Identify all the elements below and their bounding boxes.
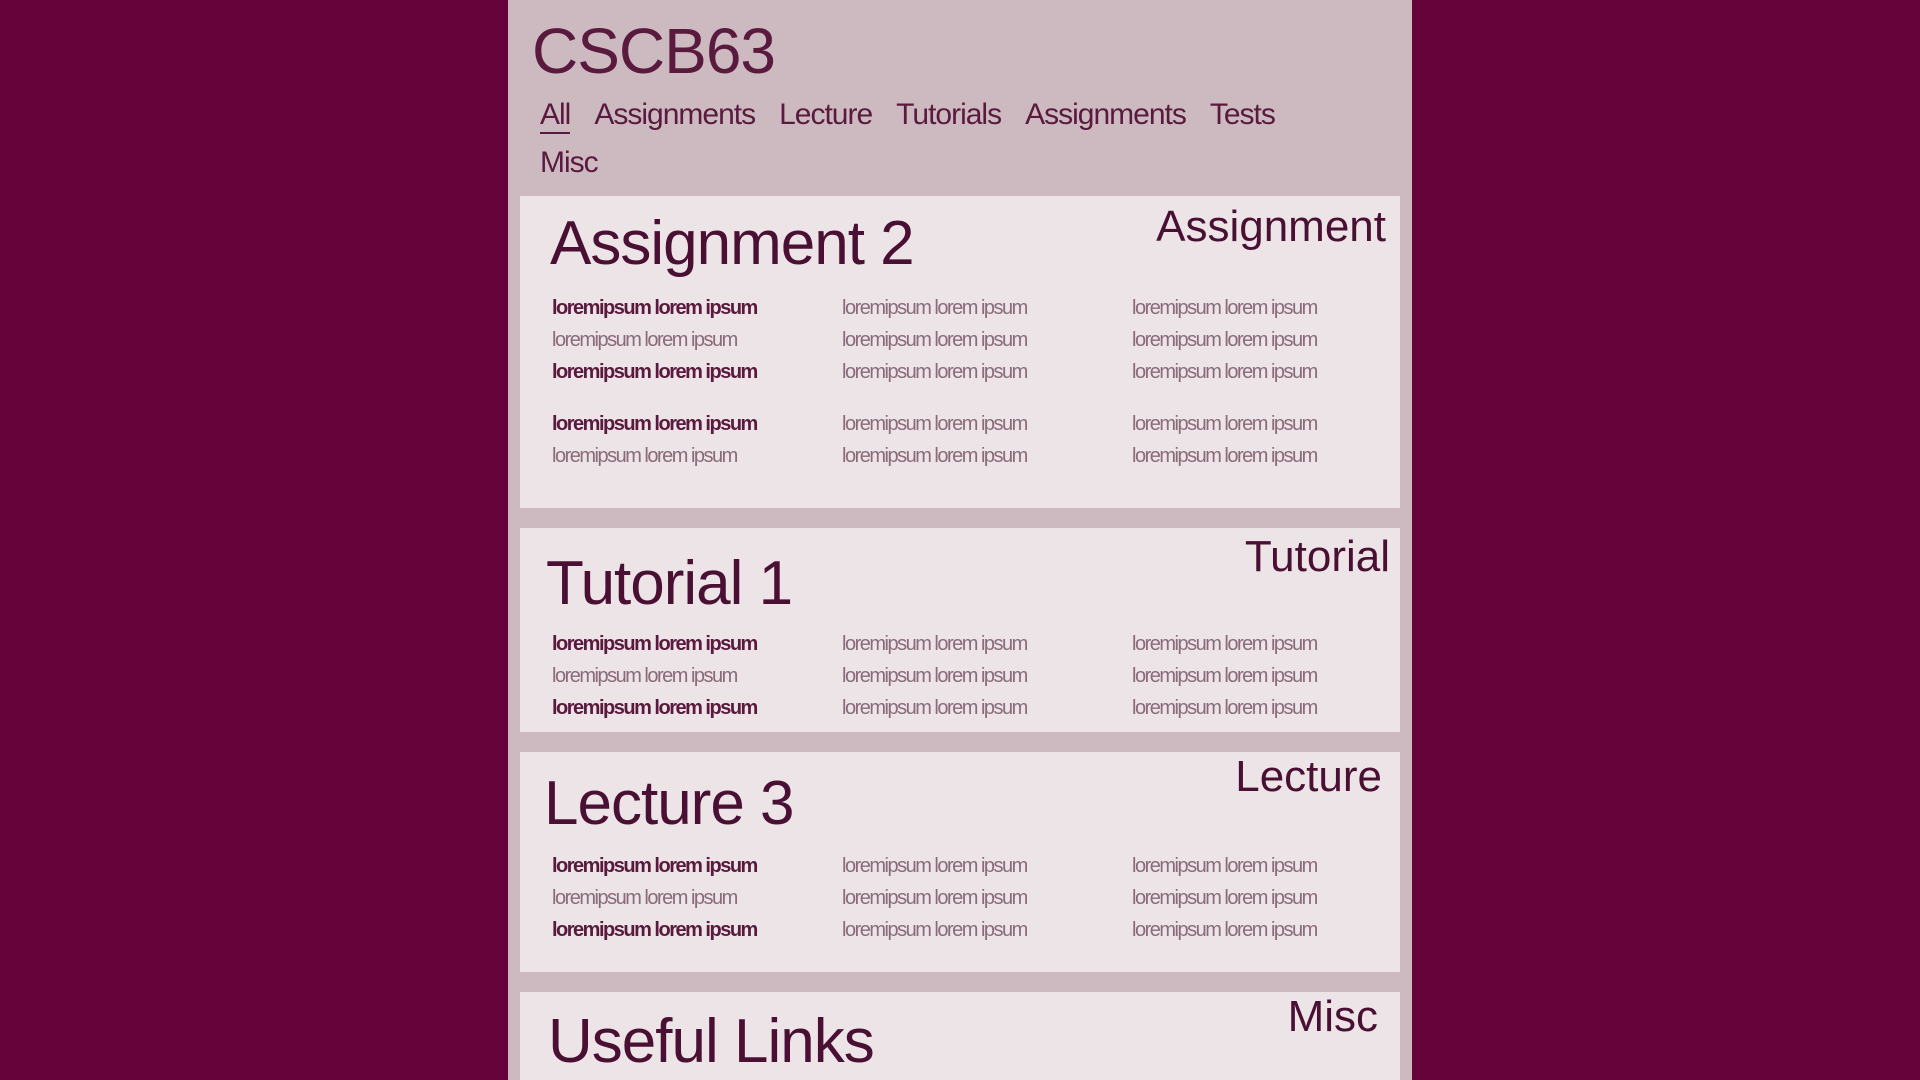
nav-tests[interactable]: Tests: [1210, 100, 1276, 134]
card-tag: Lecture: [1235, 752, 1382, 801]
card-tutorial-1[interactable]: Tutorial 1 Tutorial loremipsum lorem ips…: [520, 528, 1400, 732]
placeholder-text: loremipsum lorem ipsum: [552, 413, 758, 435]
placeholder-text: loremipsum lorem ipsum: [842, 665, 1028, 687]
card-tag: Tutorial: [1244, 532, 1390, 581]
placeholder-text: loremipsum lorem ipsum: [842, 919, 1028, 941]
placeholder-text: loremipsum lorem ipsum: [842, 445, 1028, 467]
nav-all[interactable]: All: [540, 100, 571, 134]
text-row: loremipsum lorem ipsum loremipsum lorem i…: [552, 660, 1400, 692]
text-row: loremipsum lorem ipsum loremipsum lorem i…: [552, 692, 1400, 724]
placeholder-text: loremipsum lorem ipsum: [842, 361, 1028, 383]
course-panel: CSCB63 All Assignments Lecture Tutorials…: [508, 0, 1412, 1080]
text-row: loremipsum lorem ipsum loremipsum lorem i…: [552, 628, 1400, 660]
placeholder-text: loremipsum lorem ipsum: [552, 445, 738, 467]
placeholder-text: loremipsum lorem ipsum: [552, 633, 758, 655]
text-row: loremipsum lorem ipsum loremipsum lorem i…: [552, 356, 1400, 388]
placeholder-text: loremipsum lorem ipsum: [842, 697, 1028, 719]
placeholder-text: loremipsum lorem ipsum: [842, 887, 1028, 909]
placeholder-text: loremipsum lorem ipsum: [842, 413, 1028, 435]
placeholder-text: loremipsum lorem ipsum: [1132, 887, 1318, 909]
text-row: loremipsum lorem ipsum loremipsum lorem i…: [552, 914, 1400, 946]
placeholder-text: loremipsum lorem ipsum: [552, 697, 758, 719]
nav-assignments-2[interactable]: Assignments: [1025, 100, 1187, 134]
placeholder-text: loremipsum lorem ipsum: [1132, 413, 1318, 435]
placeholder-text: loremipsum lorem ipsum: [842, 297, 1028, 319]
placeholder-text: loremipsum lorem ipsum: [842, 855, 1028, 877]
placeholder-text: loremipsum lorem ipsum: [1132, 445, 1318, 467]
placeholder-text: loremipsum lorem ipsum: [1132, 855, 1318, 877]
card-tag: Misc: [1287, 992, 1378, 1041]
placeholder-text: loremipsum lorem ipsum: [1132, 665, 1318, 687]
placeholder-text: loremipsum lorem ipsum: [552, 665, 738, 687]
text-row: loremipsum lorem ipsum loremipsum lorem i…: [552, 324, 1400, 356]
nav-misc[interactable]: Misc: [540, 148, 599, 180]
card-useful-links[interactable]: Useful Links Misc: [520, 992, 1400, 1080]
card-body: loremipsum lorem ipsum loremipsum lorem i…: [552, 292, 1400, 472]
nav-lecture[interactable]: Lecture: [779, 100, 873, 134]
category-nav: All Assignments Lecture Tutorials Assign…: [540, 100, 1300, 180]
card-title: Useful Links: [548, 1007, 875, 1076]
card-title: Lecture 3: [544, 769, 795, 838]
placeholder-text: loremipsum lorem ipsum: [552, 919, 758, 941]
card-tag: Assignment: [1156, 202, 1386, 251]
placeholder-text: loremipsum lorem ipsum: [842, 633, 1028, 655]
placeholder-text: loremipsum lorem ipsum: [1132, 329, 1318, 351]
placeholder-text: loremipsum lorem ipsum: [1132, 297, 1318, 319]
card-assignment-2[interactable]: Assignment 2 Assignment loremipsum lorem…: [520, 196, 1400, 508]
card-body: loremipsum lorem ipsum loremipsum lorem i…: [552, 628, 1400, 724]
card-title: Assignment 2: [550, 209, 915, 278]
placeholder-text: loremipsum lorem ipsum: [552, 329, 738, 351]
placeholder-text: loremipsum lorem ipsum: [1132, 361, 1318, 383]
nav-assignments[interactable]: Assignments: [594, 100, 756, 134]
card-title: Tutorial 1: [546, 549, 793, 618]
text-row: loremipsum lorem ipsum loremipsum lorem i…: [552, 850, 1400, 882]
placeholder-text: loremipsum lorem ipsum: [552, 887, 738, 909]
placeholder-text: loremipsum lorem ipsum: [552, 297, 758, 319]
text-row: loremipsum lorem ipsum loremipsum lorem i…: [552, 408, 1400, 440]
placeholder-text: loremipsum lorem ipsum: [1132, 697, 1318, 719]
placeholder-text: loremipsum lorem ipsum: [1132, 919, 1318, 941]
placeholder-text: loremipsum lorem ipsum: [842, 329, 1028, 351]
course-title: CSCB63: [532, 15, 776, 87]
text-row: loremipsum lorem ipsum loremipsum lorem i…: [552, 292, 1400, 324]
placeholder-text: loremipsum lorem ipsum: [552, 855, 758, 877]
nav-tutorials[interactable]: Tutorials: [896, 100, 1002, 134]
text-row: loremipsum lorem ipsum loremipsum lorem i…: [552, 440, 1400, 472]
placeholder-text: loremipsum lorem ipsum: [552, 361, 758, 383]
placeholder-text: loremipsum lorem ipsum: [1132, 633, 1318, 655]
card-body: loremipsum lorem ipsum loremipsum lorem i…: [552, 850, 1400, 946]
card-lecture-3[interactable]: Lecture 3 Lecture loremipsum lorem ipsum…: [520, 752, 1400, 972]
text-row: loremipsum lorem ipsum loremipsum lorem i…: [552, 882, 1400, 914]
